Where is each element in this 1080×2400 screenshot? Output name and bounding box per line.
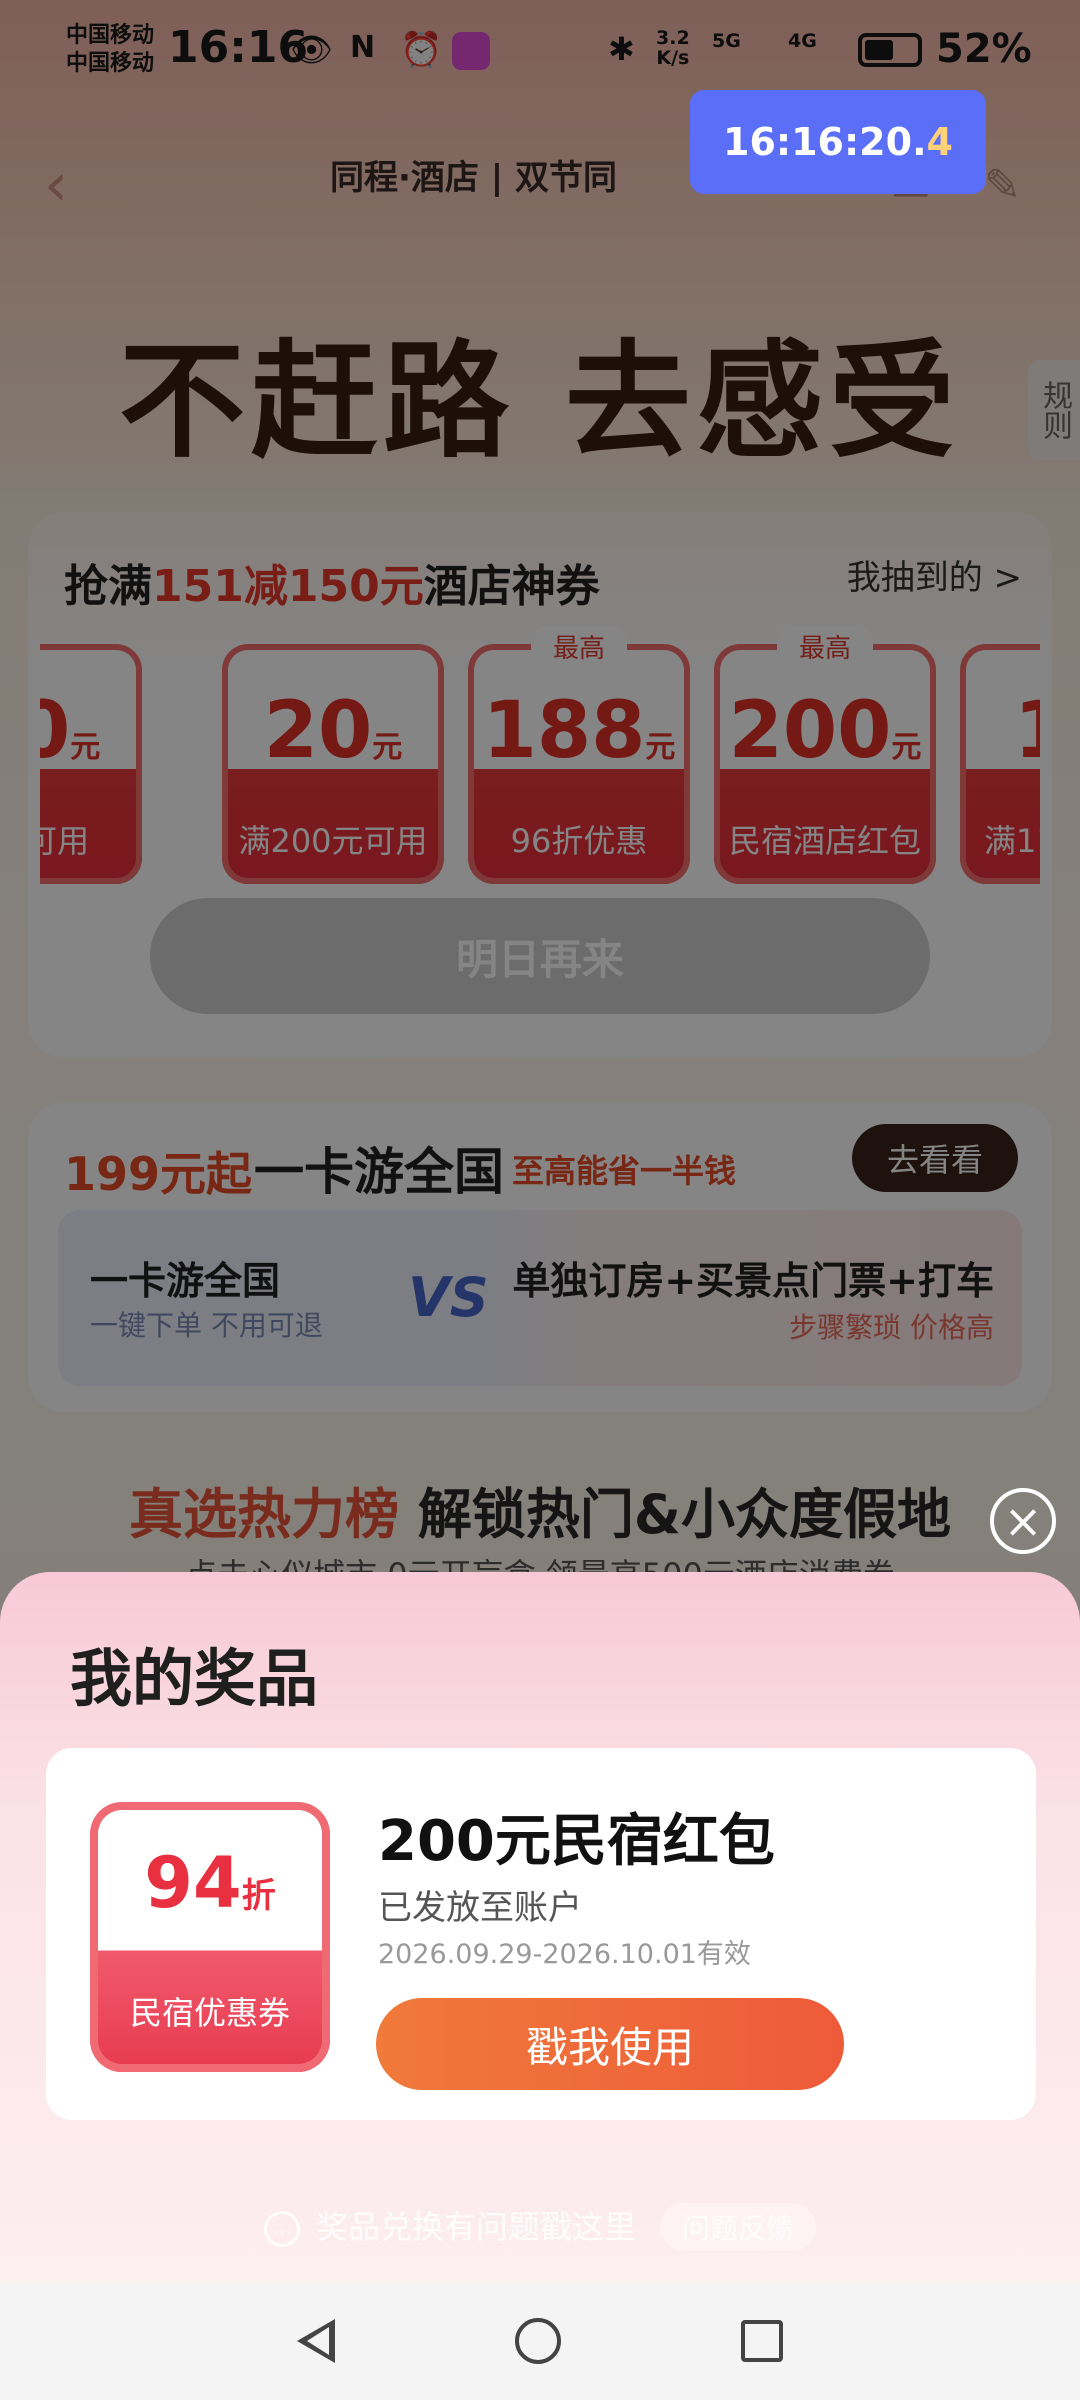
prize-sheet-title: 我的奖品 [63, 1628, 329, 1718]
prize-name: 200元民宿红包 [378, 1809, 775, 1874]
close-icon[interactable]: × [990, 1488, 1056, 1554]
prize-discount: 94折 [144, 1842, 276, 1924]
chat-icon: … [263, 2211, 300, 2247]
prize-status: 已发放至账户 [378, 1888, 582, 1928]
prize-type: 民宿优惠券 [129, 1994, 290, 2032]
timer-badge: 16:16:20. 4 [690, 90, 986, 194]
prize-sheet: 我的奖品 94折 民宿优惠券 200元民宿红包 已发放至账户 2026.09.2… [0, 1572, 1080, 2282]
feedback-text[interactable]: 奖品兑换有问题戳这里 [316, 2208, 636, 2246]
prize-validity: 2026.09.29-2026.10.01有效 [378, 1939, 751, 1970]
use-now-button[interactable]: 戳我使用 [376, 1998, 844, 2090]
nav-back-icon[interactable] [297, 2319, 335, 2363]
prize-card: 94折 民宿优惠券 200元民宿红包 已发放至账户 2026.09.29-202… [46, 1748, 1036, 2120]
system-nav-bar [0, 2282, 1080, 2400]
nav-home-icon[interactable] [515, 2318, 561, 2364]
nav-recent-icon[interactable] [741, 2320, 783, 2362]
prize-ticket: 94折 民宿优惠券 [90, 1802, 330, 2072]
feedback-button[interactable]: 问题反馈 [660, 2203, 817, 2251]
feedback-row[interactable]: … 奖品兑换有问题戳这里 问题反馈 [0, 2202, 1080, 2251]
